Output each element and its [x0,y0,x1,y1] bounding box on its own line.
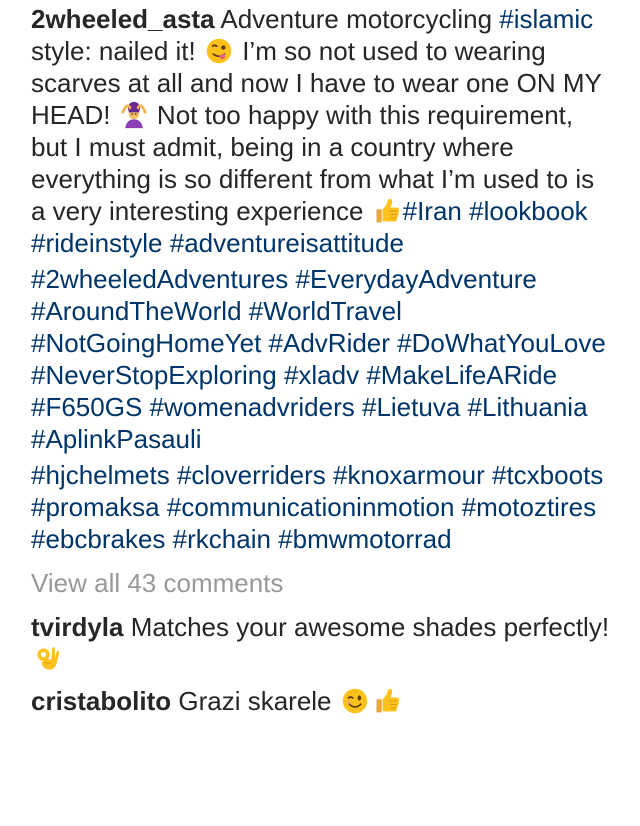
hashtag-link[interactable]: #DoWhatYouLove [397,328,606,358]
post-container: 2wheeled_asta Adventure motorcycling #is… [0,3,640,717]
hashtag-block-2: #hjchelmets #cloverriders #knoxarmour #t… [31,459,610,555]
hashtag-link[interactable]: #adventureisattitude [170,228,404,258]
post-username[interactable]: 2wheeled_asta [31,4,215,34]
thumbs-up-icon [373,687,401,715]
ok-hand-icon [33,645,61,673]
view-all-comments-link[interactable]: View all 43 comments [31,567,610,599]
comment-item: cristabolito Grazi skarele [31,685,610,717]
hashtag-link[interactable]: #motoztires [462,492,596,522]
hashtag-link[interactable]: #EverydayAdventure [296,264,537,294]
hashtag-link[interactable]: #cloverriders [177,460,326,490]
thumbs-up-icon [373,197,401,225]
hashtag-link[interactable]: #bmwmotorrad [278,524,451,554]
caption-text: Adventure motorcycling [214,4,500,34]
comment-item: tvirdyla Matches your awesome shades per… [31,611,610,675]
post-caption: 2wheeled_asta Adventure motorcycling #is… [31,3,610,259]
hashtag-link[interactable]: #tcxboots [492,460,603,490]
hashtag-link[interactable]: #F650GS [31,392,142,422]
hashtag-link[interactable]: #knoxarmour [333,460,485,490]
winking-face-icon [341,687,369,715]
hashtag-link[interactable]: #Lietuva [362,392,460,422]
comment-text: Grazi skarele [171,686,339,716]
winking-tongue-face-icon [205,37,233,65]
hashtag-link[interactable]: #islamic [499,4,593,34]
hashtag-link[interactable]: #AplinkPasauli [31,424,202,454]
woman-gesturing-ok-icon [120,101,148,129]
hashtag-link[interactable]: #promaksa [31,492,160,522]
hashtag-link[interactable]: #WorldTravel [249,296,402,326]
comment-text: Matches your awesome shades perfectly! [123,612,610,642]
comments-list: tvirdyla Matches your awesome shades per… [31,611,610,717]
comment-username[interactable]: tvirdyla [31,612,124,642]
hashtag-link[interactable]: #hjchelmets [31,460,170,490]
hashtag-block-1: #2wheeledAdventures #EverydayAdventure #… [31,263,610,455]
hashtag-link[interactable]: #ebcbrakes [31,524,165,554]
hashtag-link[interactable]: #communicationinmotion [167,492,455,522]
comment-username[interactable]: cristabolito [31,686,171,716]
hashtag-link[interactable]: #rideinstyle [31,228,163,258]
caption-text [163,228,170,258]
hashtag-link[interactable]: #xladv [284,360,359,390]
hashtag-link[interactable]: #NeverStopExploring [31,360,277,390]
hashtag-link[interactable]: #lookbook [469,196,588,226]
hashtag-link[interactable]: #2wheeledAdventures [31,264,288,294]
hashtag-link[interactable]: #AroundTheWorld [31,296,242,326]
hashtag-link[interactable]: #NotGoingHomeYet [31,328,261,358]
hashtag-link[interactable]: #womenadvriders [150,392,355,422]
caption-text: style: nailed it! [31,36,203,66]
hashtag-link[interactable]: #Lithuania [468,392,588,422]
hashtag-link[interactable]: #Iran [403,196,462,226]
hashtag-link[interactable]: #AdvRider [269,328,390,358]
hashtag-link[interactable]: #rkchain [173,524,271,554]
hashtag-link[interactable]: #MakeLifeARide [366,360,557,390]
